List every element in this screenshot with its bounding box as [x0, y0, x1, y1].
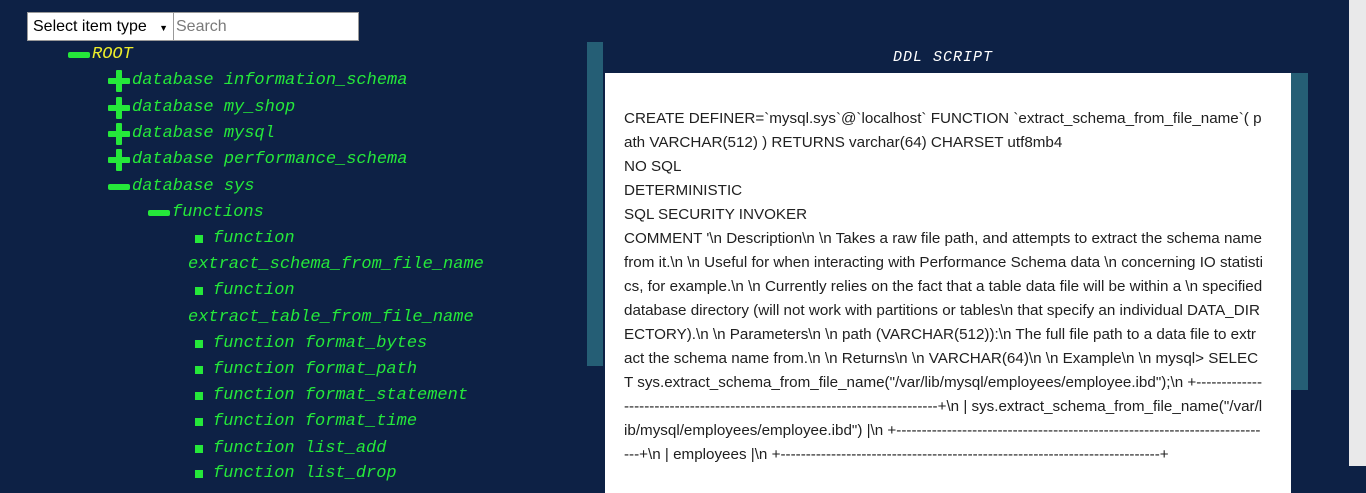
tree-node-root[interactable]: ROOT	[68, 42, 133, 68]
tree-node-label: database performance_schema	[132, 150, 408, 169]
collapse-icon[interactable]	[108, 184, 130, 190]
tree-node-function[interactable]: function format_statement	[188, 383, 468, 409]
leaf-bullet-icon	[195, 445, 203, 453]
tree-node-label: database information_schema	[132, 71, 408, 90]
item-type-select[interactable]: Select item type ▼	[27, 12, 174, 41]
page-scrollbar[interactable]	[1349, 0, 1366, 480]
panel-strip-right	[1291, 73, 1308, 390]
tree-node-label: function format_statement	[213, 386, 469, 405]
expand-icon[interactable]	[108, 123, 130, 145]
tree-node-function[interactable]: function list_add	[188, 436, 386, 462]
tree-node-database[interactable]: database information_schema	[108, 68, 407, 94]
ddl-script-text: CREATE DEFINER=`mysql.sys`@`localhost` F…	[624, 110, 1264, 463]
tree-node-label: database my_shop	[132, 98, 296, 117]
tree-node-function[interactable]: function format_path	[188, 357, 417, 383]
panel-strip-left	[587, 42, 603, 366]
tree-node-label: function format_time	[213, 412, 418, 431]
tree-node-label: database mysql	[132, 124, 275, 143]
tree-node-function[interactable]: function	[188, 226, 295, 252]
tree-node-database[interactable]: database performance_schema	[108, 147, 407, 173]
tree-node-function-continuation[interactable]: extract_schema_from_file_name	[188, 252, 484, 278]
leaf-bullet-icon	[195, 392, 203, 400]
tree-node-label: function	[213, 281, 295, 300]
tree-node-label: database sys	[132, 177, 255, 196]
expand-icon[interactable]	[108, 70, 130, 92]
toolbar: Select item type ▼	[27, 12, 359, 41]
collapse-icon[interactable]	[68, 52, 90, 58]
tree-node-label: function list_add	[213, 439, 387, 458]
tree-node-function[interactable]: function list_drop	[188, 461, 397, 487]
collapse-icon[interactable]	[148, 210, 170, 216]
ddl-panel: CREATE DEFINER=`mysql.sys`@`localhost` F…	[605, 73, 1291, 493]
leaf-bullet-icon	[195, 340, 203, 348]
tree-node-label: extract_schema_from_file_name	[188, 255, 484, 274]
leaf-bullet-icon	[195, 470, 203, 478]
tree-node-function[interactable]: function format_bytes	[188, 331, 427, 357]
tree-node-label: function list_drop	[213, 464, 397, 483]
tree-node-database[interactable]: database mysql	[108, 121, 275, 147]
tree-node-label: extract_table_from_file_name	[188, 308, 474, 327]
tree-node-function-continuation[interactable]: extract_table_from_file_name	[188, 305, 474, 331]
tree-node-label: functions	[172, 203, 264, 222]
tree-node-label: function format_bytes	[213, 334, 428, 353]
leaf-bullet-icon	[195, 235, 203, 243]
ddl-title: DDL SCRIPT	[892, 49, 993, 66]
leaf-bullet-icon	[195, 418, 203, 426]
leaf-bullet-icon	[195, 366, 203, 374]
chevron-down-icon: ▼	[159, 23, 168, 33]
tree-node-label: function format_path	[213, 360, 418, 379]
tree-node-functions[interactable]: functions	[148, 200, 264, 226]
tree-node-label: ROOT	[92, 45, 133, 64]
tree-node-label: function	[213, 229, 295, 248]
expand-icon[interactable]	[108, 97, 130, 119]
tree-node-function[interactable]: function	[188, 278, 295, 304]
search-input[interactable]	[174, 12, 359, 41]
item-type-select-value: Select item type	[33, 17, 147, 35]
leaf-bullet-icon	[195, 287, 203, 295]
scrollbar-thumb[interactable]	[1349, 466, 1366, 480]
tree-node-database[interactable]: database my_shop	[108, 95, 295, 121]
expand-icon[interactable]	[108, 149, 130, 171]
tree-node-database[interactable]: database sys	[108, 174, 254, 200]
tree-node-function[interactable]: function format_time	[188, 409, 417, 435]
